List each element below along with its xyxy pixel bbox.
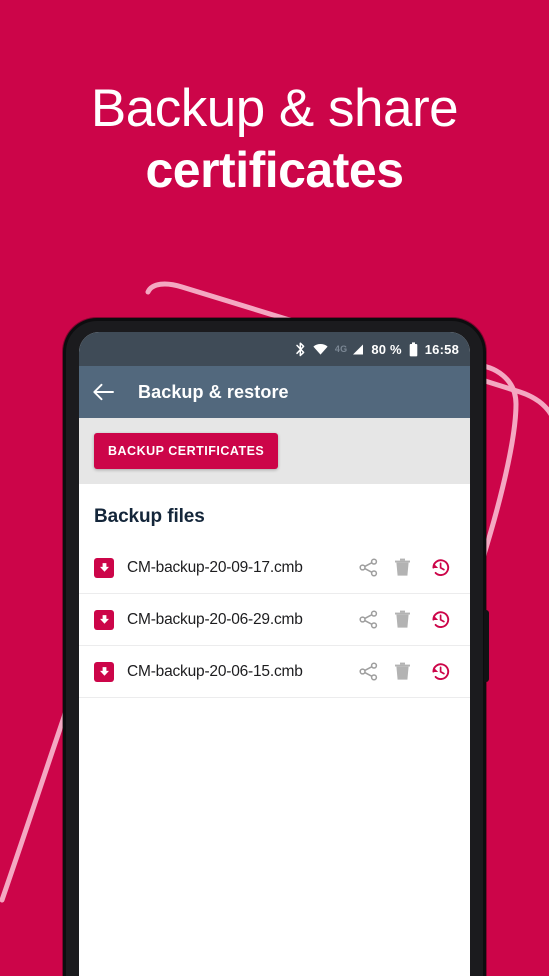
promo-heading-line-2: certificates: [145, 142, 404, 198]
status-bar-clock: 16:58: [424, 341, 459, 357]
action-strip: BACKUP CERTIFICATES: [79, 418, 470, 484]
phone-device: 4G 80 % 16:58 Backup & restore BACKUP CE…: [63, 318, 489, 976]
wifi-icon: [313, 343, 328, 356]
bluetooth-icon: [295, 341, 306, 357]
status-bar: 4G 80 % 16:58: [79, 332, 470, 366]
network-type-label: 4G: [334, 344, 348, 354]
promo-heading-line-1: Backup & share: [90, 79, 459, 138]
table-row[interactable]: CM-backup-20-06-29.cmb: [79, 594, 470, 646]
trash-icon[interactable]: [385, 558, 419, 577]
restore-icon[interactable]: [423, 661, 457, 682]
battery-icon: [409, 341, 418, 357]
share-icon[interactable]: [351, 610, 385, 629]
list-section-header: Backup files: [94, 506, 205, 527]
backup-file-icon: [94, 609, 114, 630]
trash-icon[interactable]: [385, 610, 419, 629]
backup-file-name: CM-backup-20-06-29.cmb: [127, 610, 303, 628]
trash-icon[interactable]: [385, 662, 419, 681]
share-icon[interactable]: [351, 662, 385, 681]
promo-heading: Backup & share certificates: [0, 78, 549, 200]
app-bar: Backup & restore: [79, 366, 470, 418]
backup-file-icon: [94, 661, 114, 682]
back-arrow-icon[interactable]: [93, 383, 114, 401]
power-button[interactable]: [484, 610, 489, 682]
promo-screenshot: Backup & share certificates 4G 80 % 16:5…: [0, 0, 549, 976]
backup-file-icon: [94, 557, 114, 578]
backup-certificates-button[interactable]: BACKUP CERTIFICATES: [94, 433, 279, 469]
signal-bars-icon: [351, 343, 364, 356]
table-row[interactable]: CM-backup-20-06-15.cmb: [79, 646, 470, 698]
backup-file-name: CM-backup-20-09-17.cmb: [127, 558, 303, 576]
restore-icon[interactable]: [423, 557, 457, 578]
page-title: Backup & restore: [138, 381, 289, 402]
phone-screen: 4G 80 % 16:58 Backup & restore BACKUP CE…: [79, 332, 470, 976]
backup-file-name: CM-backup-20-06-15.cmb: [127, 662, 303, 680]
restore-icon[interactable]: [423, 609, 457, 630]
share-icon[interactable]: [351, 558, 385, 577]
table-row[interactable]: CM-backup-20-09-17.cmb: [79, 542, 470, 594]
backup-files-list: Backup files CM-backup-20-09-17.cmb CM-b…: [79, 484, 470, 698]
battery-percent-label: 80 %: [371, 341, 402, 357]
